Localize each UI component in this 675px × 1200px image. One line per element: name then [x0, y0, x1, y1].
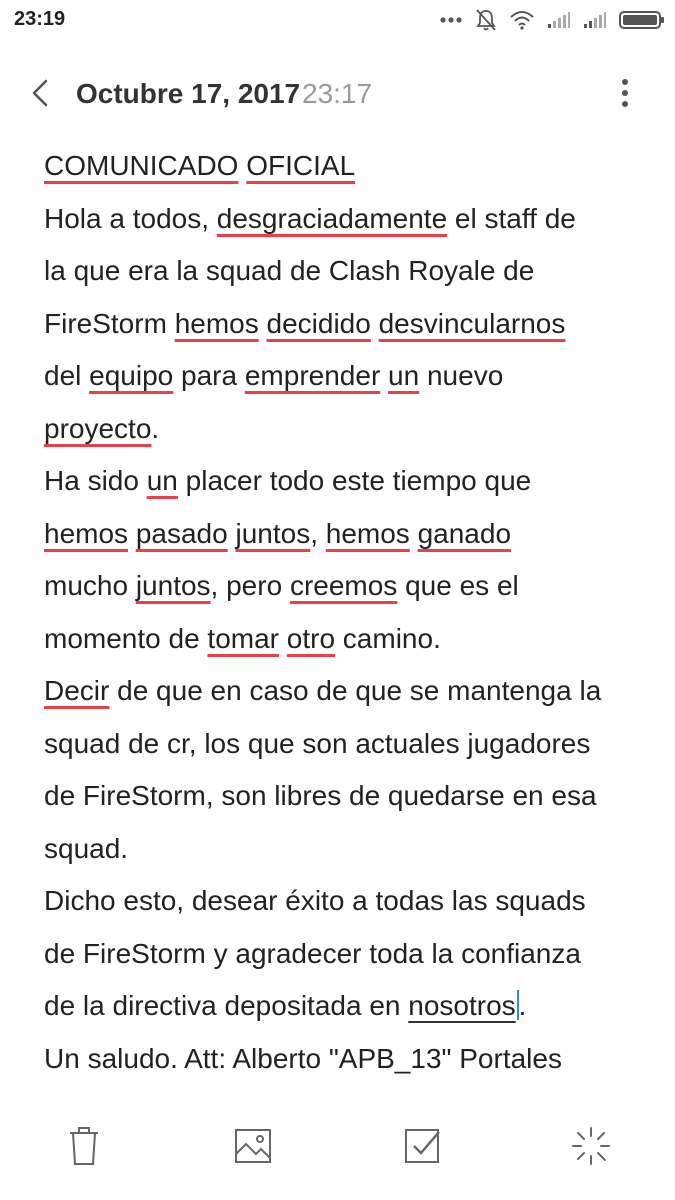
- spellcheck-word: un: [146, 465, 178, 496]
- spellcheck-word: Decir: [44, 675, 110, 706]
- note-text: [259, 308, 267, 339]
- back-button[interactable]: [26, 76, 56, 110]
- note-line: COMUNICADO OFICIAL: [44, 140, 644, 193]
- spellcheck-word: juntos: [235, 517, 311, 549]
- note-text: del: [44, 360, 90, 391]
- checklist-button[interactable]: [401, 1124, 445, 1168]
- note-text: squad de cr, los que son actuales jugado…: [44, 727, 591, 759]
- note-text: [371, 308, 379, 339]
- note-text: Un saludo. Att: Alberto "APB_13" Portale…: [44, 1042, 562, 1074]
- note-line: mucho juntos, pero creemos que es el: [44, 560, 644, 613]
- note-text: [410, 518, 418, 549]
- note-text: que es el: [397, 570, 519, 601]
- note-line: Ha sido un placer todo este tiempo que: [44, 455, 644, 508]
- image-icon: [235, 1129, 271, 1163]
- magic-button[interactable]: [569, 1124, 613, 1168]
- note-line: squad.: [44, 823, 644, 876]
- note-line: hemos pasado juntos, hemos ganado: [44, 508, 644, 561]
- note-text: el staff de: [447, 202, 576, 234]
- spellcheck-word: proyecto: [44, 412, 152, 444]
- notifications-muted-icon: [476, 9, 496, 31]
- insert-image-button[interactable]: [231, 1124, 275, 1168]
- spellcheck-word: ganado: [417, 517, 512, 549]
- note-line: Decir de que en caso de que se mantenga …: [44, 665, 644, 718]
- note-text: [380, 360, 388, 391]
- note-text: momento de: [44, 622, 208, 654]
- note-text: camino.: [335, 622, 441, 654]
- note-header: Octubre 17, 2017 23:17: [0, 68, 675, 118]
- selected-word: nosotros: [408, 990, 516, 1021]
- spellcheck-word: desgraciadamente: [216, 202, 448, 234]
- note-text: la que era la squad de Clash Royale de: [44, 255, 535, 286]
- spellcheck-word: equipo: [89, 360, 174, 391]
- spellcheck-word: decidido: [266, 307, 371, 339]
- more-dots-icon: [440, 17, 462, 23]
- sparkle-icon: [572, 1127, 610, 1165]
- note-text: mucho: [44, 570, 136, 601]
- note-text: .: [151, 412, 160, 444]
- signal-icon: [548, 12, 570, 28]
- status-icons: [439, 8, 665, 32]
- note-text: ,: [310, 517, 326, 549]
- battery-icon: [619, 11, 664, 29]
- spellcheck-word: juntos: [135, 570, 211, 601]
- vertical-dots-icon: [622, 79, 628, 107]
- note-text: de FireStorm y agradecer toda la confian…: [44, 937, 581, 969]
- spellcheck-word: creemos: [289, 570, 398, 601]
- spellcheck-word: emprender: [244, 360, 381, 391]
- note-text: , pero: [210, 570, 290, 601]
- note-line: del equipo para emprender un nuevo: [44, 350, 644, 403]
- chevron-left-icon: [32, 79, 48, 107]
- wifi-icon: [510, 11, 534, 30]
- more-options-button[interactable]: [612, 76, 638, 110]
- spellcheck-word: desvincularnos: [378, 307, 566, 339]
- spellcheck-word: hemos: [174, 307, 259, 339]
- note-line: de FireStorm y agradecer toda la confian…: [44, 928, 644, 981]
- note-text: para: [173, 360, 245, 391]
- note-text: [128, 518, 136, 549]
- spellcheck-word: COMUNICADO: [44, 150, 239, 181]
- spellcheck-word: tomar: [207, 622, 279, 654]
- note-text: Hola a todos,: [44, 202, 217, 234]
- note-date: Octubre 17, 2017: [76, 78, 301, 109]
- bottom-toolbar: [0, 1116, 675, 1176]
- signal-icon: [584, 12, 606, 28]
- delete-button[interactable]: [62, 1124, 106, 1168]
- note-text: [279, 623, 287, 654]
- note-line: momento de tomar otro camino.: [44, 613, 644, 666]
- spellcheck-word: un: [388, 360, 420, 391]
- note-body[interactable]: COMUNICADO OFICIAL Hola a todos, desgraci…: [44, 140, 644, 1085]
- note-line: squad de cr, los que son actuales jugado…: [44, 718, 644, 771]
- status-time: 23:19: [14, 8, 66, 30]
- note-time: 23:17: [302, 78, 373, 109]
- note-text: .: [518, 990, 527, 1021]
- note-line: la que era la squad de Clash Royale de: [44, 245, 644, 298]
- checkbox-icon: [405, 1129, 440, 1163]
- note-text: Ha sido: [44, 465, 147, 496]
- note-line: Dicho esto, desear éxito a todas las squ…: [44, 875, 644, 928]
- note-text: placer todo este tiempo que: [177, 465, 532, 496]
- note-line: de FireStorm, son libres de quedarse en …: [44, 770, 644, 823]
- note-text: de FireStorm, son libres de quedarse en …: [44, 780, 597, 811]
- note-text: de que en caso de que se mantenga la: [109, 675, 602, 706]
- note-line: de la directiva depositada en nosotros.: [44, 980, 644, 1033]
- note-text: squad.: [44, 832, 129, 864]
- status-bar: 23:19: [0, 0, 675, 40]
- note-line: Hola a todos, desgraciadamente el staff …: [44, 193, 644, 246]
- spellcheck-word: hemos: [44, 517, 129, 549]
- note-line: FireStorm hemos decidido desvincularnos: [44, 298, 644, 351]
- note-line: Un saludo. Att: Alberto "APB_13" Portale…: [44, 1033, 644, 1086]
- note-text: nuevo: [419, 360, 504, 391]
- spellcheck-word: otro: [286, 622, 336, 654]
- note-text: de la directiva depositada en: [44, 990, 409, 1021]
- trash-icon: [70, 1127, 98, 1165]
- spellcheck-word: OFICIAL: [246, 150, 356, 181]
- note-text: FireStorm: [44, 307, 175, 339]
- spellcheck-word: pasado: [135, 517, 228, 549]
- note-line: proyecto.: [44, 403, 644, 456]
- note-text: Dicho esto, desear éxito a todas las squ…: [44, 885, 586, 916]
- spellcheck-word: hemos: [325, 517, 410, 549]
